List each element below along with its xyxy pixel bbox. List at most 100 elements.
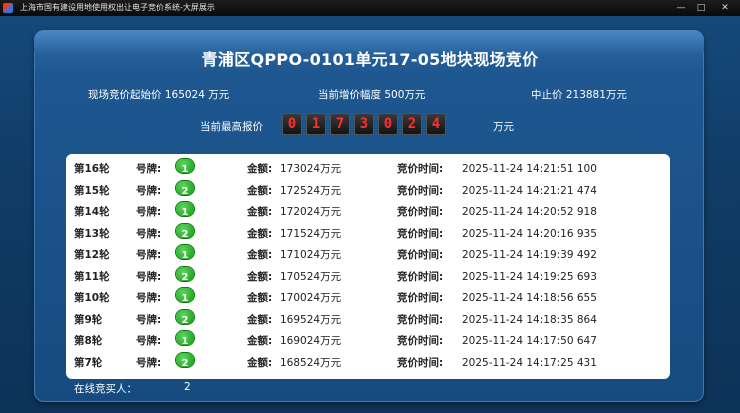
window-title: 上海市国有建设用地使用权出让电子竞价系统-大屏展示 (20, 3, 215, 12)
bid-amount: 170024万元 (280, 292, 342, 304)
window-title-bar: 上海市国有建设用地使用权出让电子竞价系统-大屏展示 — □ ✕ (0, 0, 740, 16)
bidder-number-label: 号牌: (136, 313, 162, 326)
app-icon (3, 3, 13, 13)
bid-time: 2025-11-24 14:17:50 647 (462, 335, 597, 347)
bid-amount: 172524万元 (280, 184, 342, 197)
bid-round: 第8轮 (74, 335, 103, 347)
bid-row: 第12轮 号牌: 1 金额: 171024万元 竞价时间: 2025-11-24 14:19… (66, 245, 670, 266)
bid-time-label: 竞价时间: (397, 163, 444, 175)
bid-amount: 169524万元 (280, 313, 342, 326)
bid-time-label: 竞价时间: (397, 227, 444, 240)
bid-time: 2025-11-24 14:18:35 864 (462, 313, 597, 326)
bidder-number-badge: 1 (176, 159, 194, 175)
bid-amount: 169024万元 (280, 335, 342, 347)
close-button[interactable]: ✕ (716, 0, 734, 16)
bidder-number-label: 号牌: (136, 270, 162, 283)
bid-amount: 168524万元 (280, 356, 342, 369)
bidder-number-label: 号牌: (136, 163, 162, 175)
bid-history-table: 第16轮 号牌: 1 金额: 173024万元 竞价时间: 2025-11-24 14:21… (66, 154, 670, 379)
bid-time-label: 竞价时间: (397, 184, 444, 197)
bid-row: 第8轮 号牌: 1 金额: 169024万元 竞价时间: 2025-11-24 14:17:… (66, 331, 670, 352)
bid-amount: 170524万元 (280, 270, 342, 283)
bid-amount-label: 金额: (247, 184, 273, 197)
bid-round: 第10轮 (74, 292, 110, 304)
bid-row: 第10轮 号牌: 1 金额: 170024万元 竞价时间: 2025-11-24 14:18… (66, 288, 670, 309)
bid-round: 第12轮 (74, 249, 110, 261)
bid-time: 2025-11-24 14:19:39 492 (462, 249, 597, 261)
bidder-number-label: 号牌: (136, 335, 162, 347)
bid-amount-label: 金额: (247, 292, 273, 304)
bidder-number-label: 号牌: (136, 227, 162, 240)
bid-amount-label: 金额: (247, 313, 273, 326)
bid-time: 2025-11-24 14:21:21 474 (462, 184, 597, 197)
bid-amount-label: 金额: (247, 163, 273, 175)
bid-round: 第14轮 (74, 206, 110, 218)
cap-price: 中止价 213881万元 (531, 89, 627, 101)
bid-round: 第13轮 (74, 227, 110, 240)
bid-time: 2025-11-24 14:19:25 693 (462, 270, 597, 283)
online-bidders-label: 在线竞买人： (74, 383, 137, 395)
bid-round: 第15轮 (74, 184, 110, 197)
price-digit: 7 (330, 113, 350, 135)
bidder-number-badge: 2 (176, 223, 194, 240)
bid-time-label: 竞价时间: (397, 249, 444, 261)
bid-amount: 171024万元 (280, 249, 342, 261)
bidder-number-badge: 1 (176, 202, 194, 218)
bid-amount-label: 金额: (247, 356, 273, 369)
bid-time-label: 竞价时间: (397, 292, 444, 304)
bid-amount: 173024万元 (280, 163, 342, 175)
bid-row: 第14轮 号牌: 1 金额: 172024万元 竞价时间: 2025-11-24 14:20… (66, 202, 670, 223)
minimize-button[interactable]: — (672, 0, 690, 16)
bid-round: 第7轮 (74, 356, 103, 369)
bidder-number-badge: 2 (176, 266, 194, 283)
bidder-number-badge: 1 (176, 331, 194, 347)
bidder-number-badge: 2 (176, 309, 194, 326)
bid-time-label: 竞价时间: (397, 206, 444, 218)
bid-time: 2025-11-24 14:20:16 935 (462, 227, 597, 240)
bid-round: 第11轮 (74, 270, 110, 283)
bidder-number-label: 号牌: (136, 249, 162, 261)
bid-row: 第16轮 号牌: 1 金额: 173024万元 竞价时间: 2025-11-24 14:21… (66, 159, 670, 180)
bid-time-label: 竞价时间: (397, 313, 444, 326)
bid-amount-label: 金额: (247, 335, 273, 347)
display-screen: 青浦区QPPO-0101单元17-05地块现场竞价 现场竞价起始价 165024… (0, 16, 740, 413)
bid-amount-label: 金额: (247, 270, 273, 283)
bid-row: 第15轮 号牌: 2 金额: 172524万元 竞价时间: 2025-11-24 14:21… (66, 180, 670, 202)
price-digit: 0 (282, 113, 302, 135)
bidder-number-badge: 1 (176, 288, 194, 304)
online-bidders-count: 2 (184, 381, 191, 393)
price-digit: 0 (378, 113, 398, 135)
bid-time: 2025-11-24 14:17:25 431 (462, 356, 597, 369)
bid-time: 2025-11-24 14:18:56 655 (462, 292, 597, 304)
price-digit: 4 (426, 113, 446, 135)
bid-time: 2025-11-24 14:20:52 918 (462, 206, 597, 218)
bid-row: 第11轮 号牌: 2 金额: 170524万元 竞价时间: 2025-11-24 14:19… (66, 266, 670, 288)
bid-amount: 171524万元 (280, 227, 342, 240)
price-digit: 1 (306, 113, 326, 135)
current-highest-label: 当前最高报价 (200, 121, 263, 133)
bidder-number-label: 号牌: (136, 206, 162, 218)
bidder-number-label: 号牌: (136, 184, 162, 197)
bid-round: 第9轮 (74, 313, 103, 326)
bid-amount-label: 金额: (247, 227, 273, 240)
bidder-number-label: 号牌: (136, 356, 162, 369)
bid-time: 2025-11-24 14:21:51 100 (462, 163, 597, 175)
start-price: 现场竞价起始价 165024 万元 (88, 89, 230, 101)
price-digit: 3 (354, 113, 374, 135)
bidder-number-badge: 2 (176, 180, 194, 197)
bid-amount-label: 金额: (247, 206, 273, 218)
maximize-button[interactable]: □ (692, 0, 710, 16)
bid-time-label: 竞价时间: (397, 270, 444, 283)
bidder-number-badge: 1 (176, 245, 194, 261)
bid-row: 第13轮 号牌: 2 金额: 171524万元 竞价时间: 2025-11-24 14:20… (66, 223, 670, 245)
current-price-unit: 万元 (493, 121, 514, 133)
bid-time-label: 竞价时间: (397, 335, 444, 347)
bidder-number-badge: 2 (176, 352, 194, 369)
auction-title: 青浦区QPPO-0101单元17-05地块现场竞价 (201, 50, 539, 69)
bid-amount-label: 金额: (247, 249, 273, 261)
price-increment: 当前增价幅度 500万元 (318, 89, 426, 101)
bid-amount: 172024万元 (280, 206, 342, 218)
bid-round: 第16轮 (74, 163, 110, 175)
bidder-number-label: 号牌: (136, 292, 162, 304)
bid-row: 第9轮 号牌: 2 金额: 169524万元 竞价时间: 2025-11-24 14:18:… (66, 309, 670, 331)
